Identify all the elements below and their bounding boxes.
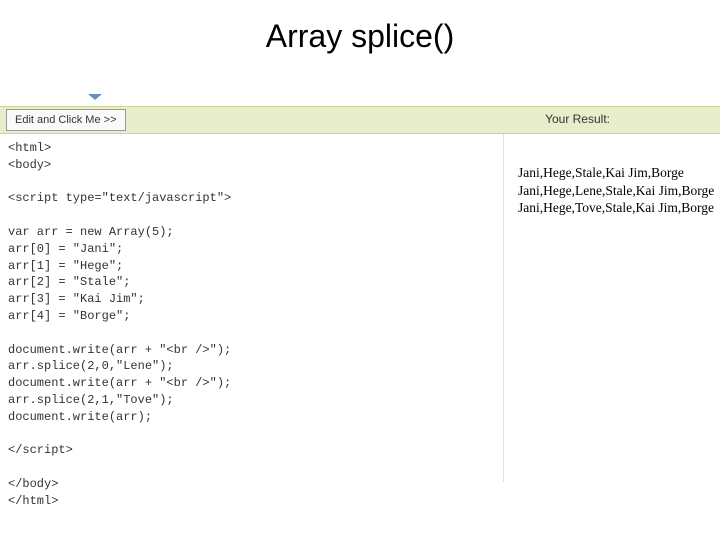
result-panel: Jani,Hege,Stale,Kai Jim,Borge Jani,Hege,… [504,134,720,482]
code-editor[interactable]: <html> <body> <script type="text/javascr… [0,134,504,482]
page-title: Array splice() [0,0,720,85]
content-area: <html> <body> <script type="text/javascr… [0,134,720,482]
result-line: Jani,Hege,Tove,Stale,Kai Jim,Borge [518,199,720,217]
result-line: Jani,Hege,Lene,Stale,Kai Jim,Borge [518,182,720,200]
dropdown-arrow-icon [88,94,102,100]
edit-run-button[interactable]: Edit and Click Me >> [6,109,126,131]
result-line: Jani,Hege,Stale,Kai Jim,Borge [518,164,720,182]
result-label: Your Result: [545,112,610,126]
